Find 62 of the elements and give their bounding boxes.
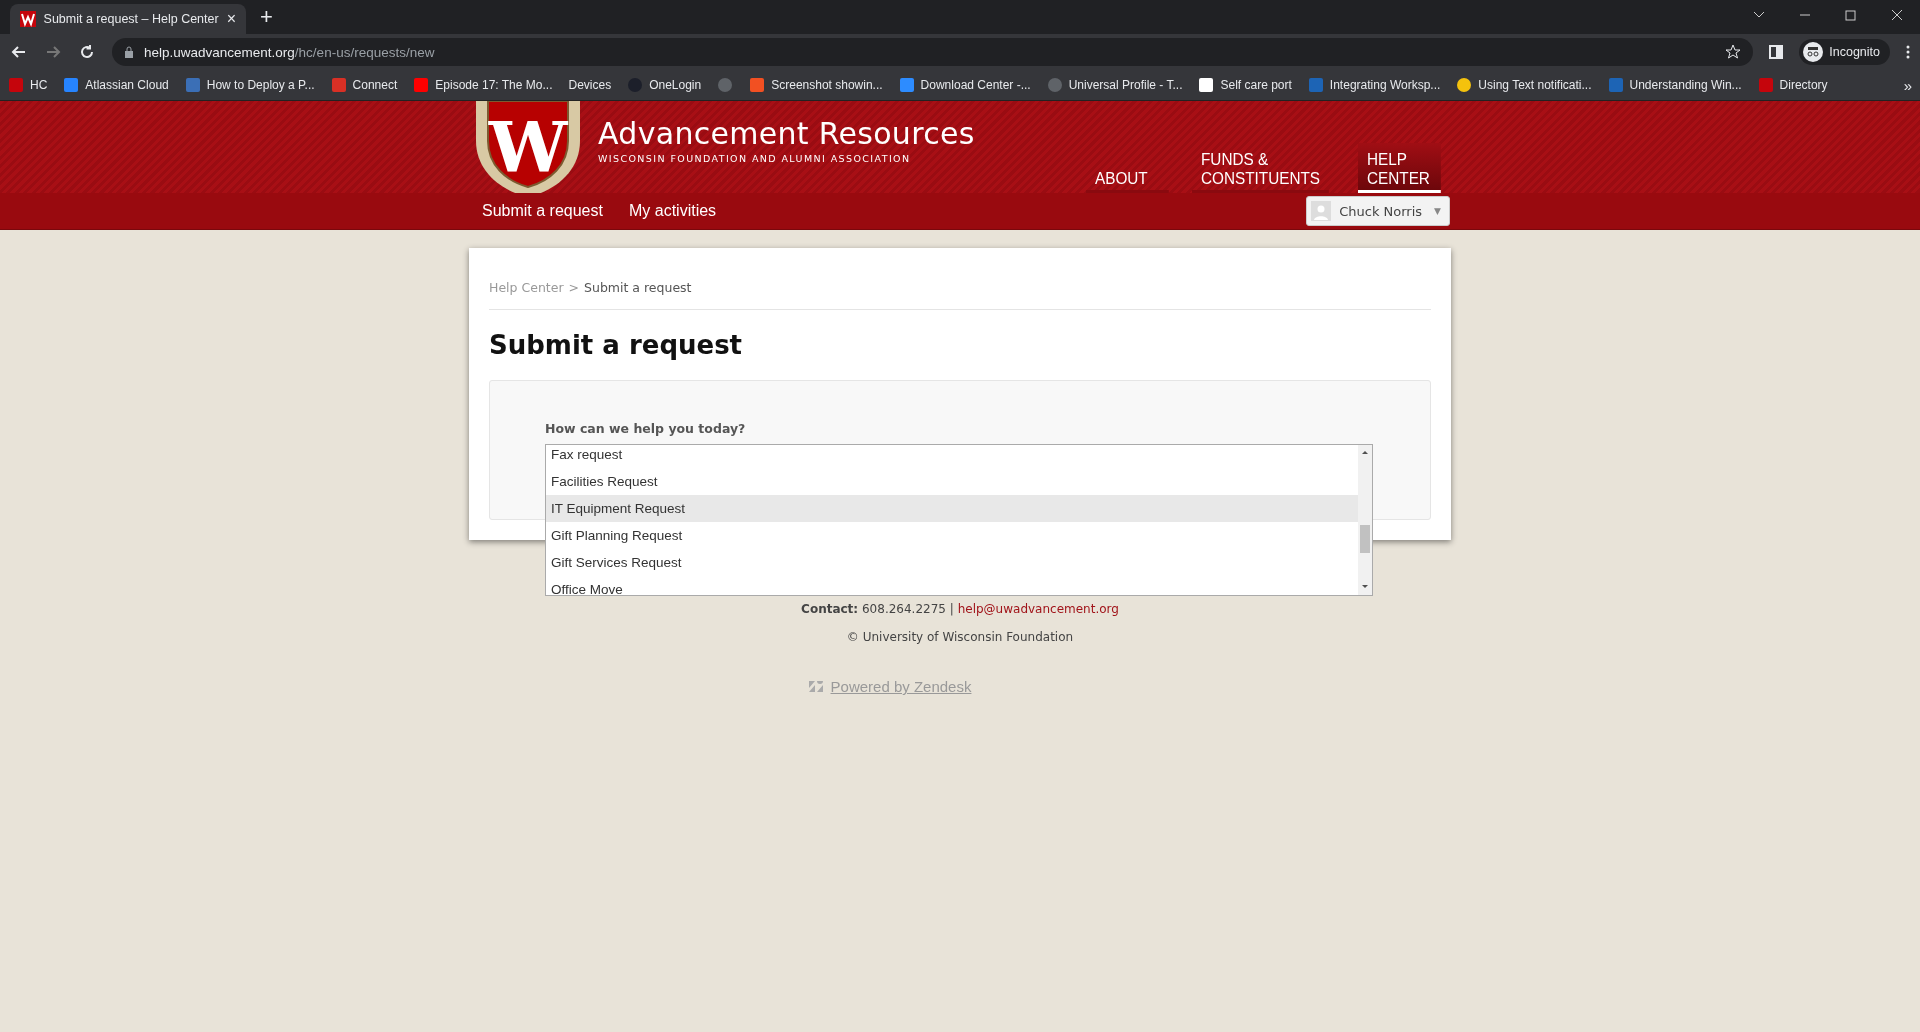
bookmark-link[interactable]: Devices [568, 78, 612, 92]
bookmark-icon [330, 77, 347, 93]
bookmark-link[interactable]: Download Center -... [898, 77, 1031, 93]
bookmark-link[interactable]: OneLogin [627, 77, 702, 93]
bookmark-icon [1757, 77, 1774, 93]
menu-icon[interactable] [1906, 45, 1910, 59]
listbox-option[interactable]: IT Equipment Request [546, 495, 1358, 522]
bookmark-link[interactable]: Understanding Win... [1607, 77, 1742, 93]
side-panel-icon[interactable] [1769, 45, 1784, 59]
bookmark-icon [627, 77, 644, 93]
email-link[interactable]: help@uwadvancement.org [957, 602, 1119, 616]
bookmark-link[interactable]: Screenshot showin... [749, 77, 883, 93]
bookmark-icon [1307, 77, 1324, 93]
subnav-link[interactable]: My activities [628, 202, 717, 220]
subnav-link[interactable]: Submit a request [482, 202, 603, 220]
bookmark-icon [413, 77, 430, 93]
new-tab-button[interactable]: + [260, 4, 273, 30]
scrollbar-drawing[interactable] [1358, 445, 1372, 595]
page-heading: Submit a request [489, 330, 744, 360]
nav-link[interactable]: HELP CENTER [1358, 143, 1441, 193]
star-icon[interactable] [1725, 44, 1742, 60]
tab-close-button[interactable]: × [226, 11, 236, 27]
incognito-profile-button[interactable]: Incognito [1799, 39, 1890, 65]
bookmark-icon [1456, 77, 1473, 93]
breadcrumb-separator: > [568, 280, 580, 295]
bookmark-icon [1607, 77, 1624, 93]
bookmark-icon [717, 77, 734, 93]
avatar-icon [1311, 201, 1332, 221]
bookmark-link[interactable]: Atlassian Cloud [63, 77, 169, 93]
copyright-text: © University of Wisconsin Foundation [846, 630, 1074, 644]
bookmark-link[interactable]: Connect [330, 77, 398, 93]
bookmark-icon [749, 77, 766, 93]
tab-title: Submit a request – Help Center [43, 12, 219, 26]
bookmark-link[interactable]: Self care port [1198, 77, 1292, 93]
bookmark-link[interactable]: How to Deploy a P... [184, 77, 315, 93]
bookmark-link[interactable]: Using Text notificati... [1456, 77, 1592, 93]
bookmark-icon [1198, 77, 1215, 93]
incognito-icon [1803, 42, 1824, 62]
site-title: Advancement Resources [598, 116, 975, 151]
user-menu-button[interactable]: Chuck Norris ▼ [1306, 196, 1450, 226]
browser-tab[interactable]: Submit a request – Help Center × [10, 4, 246, 34]
bookmark-link[interactable]: Episode 17: The Mo... [413, 77, 553, 93]
zendesk-logo-icon [808, 681, 823, 692]
breadcrumb-current: Submit a request [584, 280, 692, 295]
reload-icon[interactable] [78, 43, 96, 61]
request-type-listbox[interactable]: Fax request Facilities Request IT Equipment Request Gift Planning Request Gift Services Request Office Move [545, 444, 1373, 596]
bookmark-icon [1046, 77, 1063, 93]
bookmark-link[interactable]: Integrating Worksp... [1307, 77, 1441, 93]
lock-icon [124, 46, 134, 58]
contact-line: Contact: 608.264.2275 | help@uwadvancement.org [801, 602, 1119, 616]
field-label: How can we help you today? [545, 421, 747, 436]
w-logo-icon [20, 11, 36, 27]
bookmark-link[interactable]: HC [8, 77, 48, 93]
more-bookmarks-icon[interactable]: » [1903, 77, 1912, 93]
bookmark-icon [8, 77, 24, 93]
bookmark-link[interactable]: Universal Profile - T... [1046, 77, 1183, 93]
bookmark-icon [184, 77, 201, 93]
url-field[interactable]: help.uwadvancement.org/hc/en-us/requests/new [144, 44, 435, 60]
bookmark-icon [898, 77, 915, 93]
bookmark-link[interactable]: Directory [1757, 77, 1828, 93]
site-subtitle: WISCONSIN FOUNDATION AND ALUMNI ASSOCIATION [598, 153, 912, 164]
bookmark-icon [63, 77, 80, 93]
